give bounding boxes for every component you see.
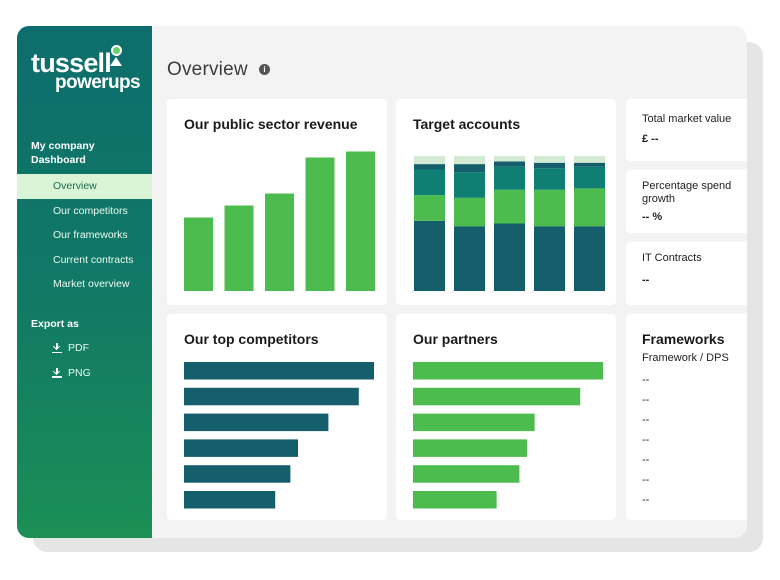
competitor-bar xyxy=(184,465,291,483)
target-accounts-segment xyxy=(574,226,605,291)
revenue-card: Our public sector revenue xyxy=(167,99,387,305)
target-accounts-segment xyxy=(414,169,445,196)
target-accounts-segment xyxy=(574,166,605,189)
revenue-bar xyxy=(346,151,375,291)
sidebar-section-label: My company Dashboard xyxy=(31,140,95,166)
revenue-bar xyxy=(265,193,294,291)
target-accounts-segment xyxy=(534,168,565,190)
spend-growth-value: -- % xyxy=(642,211,663,223)
total-market-value-label: Total market value xyxy=(642,113,732,125)
partners-card: Our partners xyxy=(396,314,616,520)
tussell-logo: tussell powerups xyxy=(31,45,143,98)
partner-bar xyxy=(413,413,535,432)
target-accounts-segment xyxy=(454,172,485,198)
partner-bar xyxy=(413,465,520,483)
revenue-bar-chart xyxy=(184,151,375,291)
framework-row: -- xyxy=(642,394,650,406)
export-pdf-button[interactable]: PDF xyxy=(17,336,152,361)
partner-bar xyxy=(413,387,581,406)
top-competitors-card: Our top competitors xyxy=(167,314,387,520)
framework-row: -- xyxy=(642,434,650,446)
partner-bar xyxy=(413,439,527,457)
framework-row: -- xyxy=(642,374,650,386)
target-accounts-segment xyxy=(414,164,445,170)
competitor-bar xyxy=(184,413,329,432)
frameworks-subtitle: Framework / DPS xyxy=(642,352,729,364)
target-accounts-segment xyxy=(454,156,485,165)
target-accounts-segment xyxy=(534,226,565,291)
framework-row: -- xyxy=(642,474,650,486)
export-png-button[interactable]: PNG xyxy=(17,361,152,386)
target-accounts-segment xyxy=(454,164,485,173)
download-icon xyxy=(52,343,62,354)
competitor-bar xyxy=(184,362,374,380)
target-accounts-segment xyxy=(534,189,565,227)
logo-subtitle: powerups xyxy=(55,72,141,93)
export-png-label: PNG xyxy=(68,366,91,379)
export-pdf-label: PDF xyxy=(68,342,89,354)
target-accounts-segment xyxy=(494,156,525,162)
target-accounts-segment xyxy=(574,156,605,163)
target-accounts-segment xyxy=(494,189,525,224)
info-icon[interactable]: i xyxy=(259,64,270,75)
target-accounts-segment xyxy=(574,162,605,167)
framework-row: -- xyxy=(642,494,650,506)
sidebar-nav: Overview Our competitors Our frameworks … xyxy=(17,174,152,297)
target-accounts-stacked-chart xyxy=(414,156,605,291)
framework-row: -- xyxy=(642,454,650,466)
target-accounts-segment xyxy=(454,197,485,227)
competitor-bar xyxy=(184,439,298,457)
it-contracts-label: IT Contracts xyxy=(642,252,702,264)
download-icon xyxy=(52,367,62,378)
spend-growth-label: Percentage spend growth xyxy=(642,180,732,205)
partner-bar xyxy=(413,362,603,380)
sidebar-item-market-overview[interactable]: Market overview xyxy=(17,272,152,297)
sidebar-item-competitors[interactable]: Our competitors xyxy=(17,199,152,224)
export-options: PDF PNG xyxy=(17,336,152,385)
page-title: Overview xyxy=(167,59,248,80)
dashboard-window: tussell powerups My company Dashboard Ov… xyxy=(17,26,747,538)
framework-row: -- xyxy=(642,414,650,426)
partners-bar-chart xyxy=(413,362,603,509)
target-accounts-segment xyxy=(574,188,605,227)
partner-bar xyxy=(413,491,497,509)
sidebar-item-current-contracts[interactable]: Current contracts xyxy=(17,248,152,273)
export-section-label: Export as xyxy=(31,318,79,330)
revenue-bar xyxy=(184,217,213,291)
spend-growth-card: Percentage spend growth -- % xyxy=(626,170,747,233)
main-content: Overview i Our public sector revenue Tar… xyxy=(152,26,747,538)
target-accounts-card: Target accounts xyxy=(396,99,616,305)
frameworks-card: Frameworks Framework / DPS -- -- -- -- -… xyxy=(626,314,747,520)
revenue-bar xyxy=(224,205,254,291)
target-accounts-segment xyxy=(494,223,525,291)
target-accounts-segment xyxy=(494,166,525,190)
sidebar: tussell powerups My company Dashboard Ov… xyxy=(17,26,152,538)
competitor-bar xyxy=(184,491,276,509)
logo-arrow-icon xyxy=(110,57,122,66)
target-accounts-segment xyxy=(534,162,565,169)
top-competitors-bar-chart xyxy=(184,362,374,509)
target-accounts-segment xyxy=(454,226,485,291)
sidebar-item-frameworks[interactable]: Our frameworks xyxy=(17,223,152,248)
it-contracts-value: -- xyxy=(642,274,650,286)
total-market-value-card: Total market value £ -- xyxy=(626,99,747,161)
target-accounts-segment xyxy=(534,156,565,163)
competitor-bar xyxy=(184,387,359,406)
target-accounts-segment xyxy=(414,220,445,291)
sidebar-item-overview[interactable]: Overview xyxy=(17,174,152,199)
it-contracts-card: IT Contracts -- xyxy=(626,242,747,305)
logo-dot-icon xyxy=(111,45,122,56)
revenue-bar xyxy=(305,157,335,291)
target-accounts-segment xyxy=(414,156,445,165)
target-accounts-segment xyxy=(414,195,445,221)
frameworks-title: Frameworks xyxy=(642,331,725,347)
target-accounts-segment xyxy=(494,161,525,167)
total-market-value: £ -- xyxy=(642,133,659,145)
